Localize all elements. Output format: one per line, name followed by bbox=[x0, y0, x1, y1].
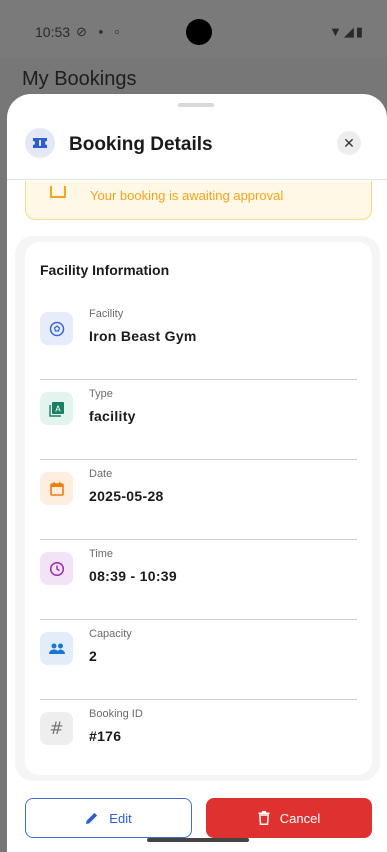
facility-value: Iron Beast Gym bbox=[89, 328, 197, 344]
notification-icons: ⊘ ▪ ▫ bbox=[76, 24, 124, 39]
background-page-title: My Bookings bbox=[22, 68, 137, 90]
booking-id-value: #176 bbox=[89, 728, 122, 744]
type-label: Type bbox=[89, 388, 113, 400]
sheet-title: Booking Details bbox=[69, 134, 213, 155]
capacity-row: Capacity 2 bbox=[40, 620, 357, 700]
signal-battery-icons: ▼◢▮ bbox=[328, 24, 365, 39]
time-row: Time 08:39 - 10:39 bbox=[40, 540, 357, 620]
ticket-icon bbox=[25, 128, 55, 158]
details-scroll-area[interactable]: Your booking is awaiting approval Facili… bbox=[7, 181, 387, 785]
facility-info-card: Facility Information Facility Iron Beast… bbox=[25, 242, 372, 775]
time-label: Time bbox=[89, 548, 114, 560]
date-value: 2025-05-28 bbox=[89, 488, 164, 504]
svg-text:A: A bbox=[55, 404, 61, 413]
facility-row: Facility Iron Beast Gym bbox=[40, 300, 357, 380]
type-row: A Type facility bbox=[40, 380, 357, 460]
sheet-header: Booking Details ✕ bbox=[7, 118, 387, 180]
pending-icon bbox=[50, 186, 66, 198]
soccer-ball-icon bbox=[40, 312, 73, 345]
edit-button-label: Edit bbox=[109, 810, 132, 826]
camera-cutout bbox=[186, 19, 212, 45]
drag-handle[interactable] bbox=[178, 103, 214, 107]
status-message: Your booking is awaiting approval bbox=[90, 188, 284, 203]
capacity-label: Capacity bbox=[89, 628, 132, 640]
category-icon: A bbox=[40, 392, 73, 425]
booking-id-label: Booking ID bbox=[89, 708, 143, 720]
capacity-value: 2 bbox=[89, 648, 98, 664]
booking-id-row: # Booking ID #176 bbox=[40, 700, 357, 780]
time-value: 08:39 - 10:39 bbox=[89, 568, 177, 584]
pencil-icon bbox=[86, 812, 98, 824]
booking-details-sheet: Booking Details ✕ Your booking is awaiti… bbox=[7, 94, 387, 852]
section-title: Facility Information bbox=[40, 262, 170, 278]
close-button[interactable]: ✕ bbox=[337, 131, 361, 155]
people-icon bbox=[40, 632, 73, 665]
action-bar: Edit Cancel bbox=[7, 786, 387, 852]
hash-icon: # bbox=[40, 712, 73, 745]
calendar-icon bbox=[40, 472, 73, 505]
facility-label: Facility bbox=[89, 308, 124, 320]
cancel-button-label: Cancel bbox=[279, 810, 321, 826]
cancel-button[interactable]: Cancel bbox=[206, 798, 372, 838]
date-row: Date 2025-05-28 bbox=[40, 460, 357, 540]
clock-icon bbox=[40, 552, 73, 585]
home-indicator[interactable] bbox=[147, 838, 249, 842]
status-banner: Your booking is awaiting approval bbox=[25, 181, 372, 220]
status-bar: 10:53 ⊘ ▪ ▫ ▼◢▮ bbox=[0, 0, 387, 58]
type-value: facility bbox=[89, 408, 136, 424]
status-time: 10:53 bbox=[35, 24, 71, 40]
edit-button[interactable]: Edit bbox=[25, 798, 192, 838]
close-icon: ✕ bbox=[343, 134, 355, 151]
date-label: Date bbox=[89, 468, 113, 480]
trash-icon bbox=[258, 811, 270, 825]
